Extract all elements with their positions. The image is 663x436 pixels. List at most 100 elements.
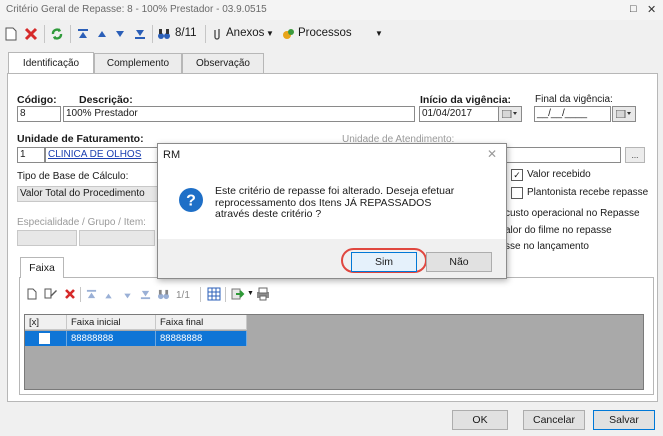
new-document-icon: [27, 288, 37, 300]
arrow-down-icon: [124, 293, 131, 299]
arrow-up-icon: [98, 31, 106, 37]
grid-header-faixa-inicial[interactable]: Faixa inicial: [67, 315, 156, 330]
last-record-button[interactable]: [131, 24, 149, 44]
faixa-grid[interactable]: [x] Faixa inicial Faixa final 88888888 8…: [24, 314, 644, 390]
faixa-edit-button[interactable]: [44, 287, 58, 303]
title-bar: Critério Geral de Repasse: 8 - 100% Pres…: [0, 0, 663, 20]
faixa-last-button[interactable]: [140, 289, 151, 303]
final-vigencia-calendar-button[interactable]: [612, 106, 636, 122]
confirm-dialog: RM ✕ ? Este critério de repasse foi alte…: [157, 143, 507, 279]
lancamento-label: sse no lançamento: [505, 241, 589, 252]
descricao-label: Descrição:: [79, 94, 133, 106]
next-record-button[interactable]: [112, 24, 128, 44]
maximize-button[interactable]: □: [630, 3, 637, 15]
especialidade-field-1[interactable]: [17, 230, 77, 246]
yes-button[interactable]: Sim: [351, 252, 417, 272]
no-button[interactable]: Não: [426, 252, 492, 272]
calendar-icon: [502, 110, 517, 118]
especialidade-label: Especialidade / Grupo / Item:: [17, 217, 146, 228]
tipo-base-select[interactable]: Valor Total do Procedimento: [17, 186, 159, 202]
edit-icon: [44, 288, 57, 299]
toolbar: 8/11 Anexos ▼ Processos ▼: [0, 21, 663, 47]
faixa-process-chevron-down-icon[interactable]: ▼: [247, 290, 254, 297]
grid-icon: [207, 287, 221, 301]
arrow-right-icon: [231, 288, 245, 300]
faixa-new-button[interactable]: [27, 288, 37, 303]
valor-recebido-label: Valor recebido: [527, 169, 591, 180]
first-record-icon: [78, 29, 88, 38]
calendar-icon: [616, 110, 631, 118]
table-cell-faixa-inicial[interactable]: 88888888: [67, 331, 156, 346]
arrow-down-icon: [116, 31, 124, 37]
table-row[interactable]: [25, 331, 67, 346]
first-record-button[interactable]: [74, 24, 92, 44]
tab-complemento[interactable]: Complemento: [94, 53, 182, 73]
table-cell-faixa-final[interactable]: 88888888: [156, 331, 247, 346]
processos-chevron-down-icon[interactable]: ▼: [375, 29, 383, 38]
delete-x-icon: [24, 27, 38, 41]
unidade-faturamento-label: Unidade de Faturamento:: [17, 133, 144, 145]
faixa-toolbar-separator-2: [200, 287, 201, 302]
attachment-icon-wrap[interactable]: [210, 24, 224, 44]
processos-menu[interactable]: Processos: [298, 27, 352, 39]
last-record-icon: [140, 290, 151, 300]
dialog-close-icon[interactable]: ✕: [487, 147, 497, 161]
tab-identificacao[interactable]: Identificação: [8, 52, 94, 74]
save-button[interactable]: Salvar: [593, 410, 655, 430]
first-record-icon: [86, 289, 97, 299]
tab-observacao[interactable]: Observação: [182, 53, 264, 73]
custo-operacional-label: custo operacional no Repasse: [505, 208, 640, 219]
faixa-toolbar-separator-3: [225, 287, 226, 302]
new-button[interactable]: [3, 24, 19, 44]
inicio-vigencia-field[interactable]: 01/04/2017: [419, 106, 499, 122]
binoculars-icon: [158, 29, 170, 39]
inicio-vigencia-calendar-button[interactable]: [498, 106, 522, 122]
faixa-next-button[interactable]: [123, 291, 132, 303]
paperclip-icon: [214, 29, 220, 40]
last-record-icon: [135, 30, 145, 39]
faixa-previous-button[interactable]: [104, 291, 113, 303]
final-vigencia-label: Final da vigência:: [535, 94, 613, 105]
refresh-icon: [51, 28, 63, 40]
search-button[interactable]: [155, 24, 173, 44]
grid-header-select[interactable]: [x]: [25, 315, 67, 330]
unidade-faturamento-code[interactable]: 1: [17, 147, 45, 163]
previous-record-button[interactable]: [94, 24, 110, 44]
anexos-chevron-down-icon[interactable]: ▼: [266, 29, 274, 38]
unidade-faturamento-name[interactable]: CLINICA DE OLHOS: [45, 147, 159, 163]
valor-filme-label: alor do filme no repasse: [505, 225, 612, 236]
delete-x-icon: [65, 289, 75, 299]
descricao-field[interactable]: 100% Prestador: [63, 106, 415, 122]
row-select-checkbox[interactable]: [39, 333, 50, 344]
anexos-menu[interactable]: Anexos: [226, 27, 264, 39]
plantonista-checkbox[interactable]: [511, 187, 523, 199]
new-document-icon: [5, 27, 17, 41]
especialidade-field-2[interactable]: [79, 230, 155, 246]
final-vigencia-field[interactable]: __/__/____: [534, 106, 611, 122]
dialog-message: Este critério de repasse foi alterado. D…: [215, 185, 455, 220]
ok-button[interactable]: OK: [452, 410, 508, 430]
close-window-button[interactable]: ✕: [647, 3, 656, 16]
unidade-atendimento-browse-button[interactable]: ...: [625, 147, 645, 163]
unidade-atendimento-field[interactable]: [505, 147, 621, 163]
faixa-grid-button[interactable]: [207, 287, 221, 304]
cancel-button[interactable]: Cancelar: [523, 410, 585, 430]
valor-recebido-checkbox[interactable]: ✓: [511, 169, 523, 181]
arrow-up-icon: [105, 293, 112, 299]
delete-button[interactable]: [22, 24, 40, 44]
faixa-delete-button[interactable]: [64, 288, 76, 303]
codigo-label: Código:: [17, 94, 57, 106]
codigo-field[interactable]: 8: [17, 106, 61, 122]
faixa-search-button[interactable]: [157, 289, 170, 303]
record-counter: 8/11: [175, 27, 197, 39]
plantonista-label: Plantonista recebe repasse: [527, 187, 649, 198]
tab-faixa[interactable]: Faixa: [20, 257, 64, 278]
processos-icon-wrap[interactable]: [280, 24, 296, 44]
binoculars-icon: [158, 289, 169, 300]
faixa-first-button[interactable]: [86, 289, 97, 303]
inicio-vigencia-label: Início da vigência:: [420, 94, 512, 106]
refresh-button[interactable]: [48, 24, 66, 44]
faixa-process-button[interactable]: [231, 287, 245, 304]
grid-header-faixa-final[interactable]: Faixa final: [156, 315, 247, 330]
faixa-print-button[interactable]: [256, 287, 270, 304]
